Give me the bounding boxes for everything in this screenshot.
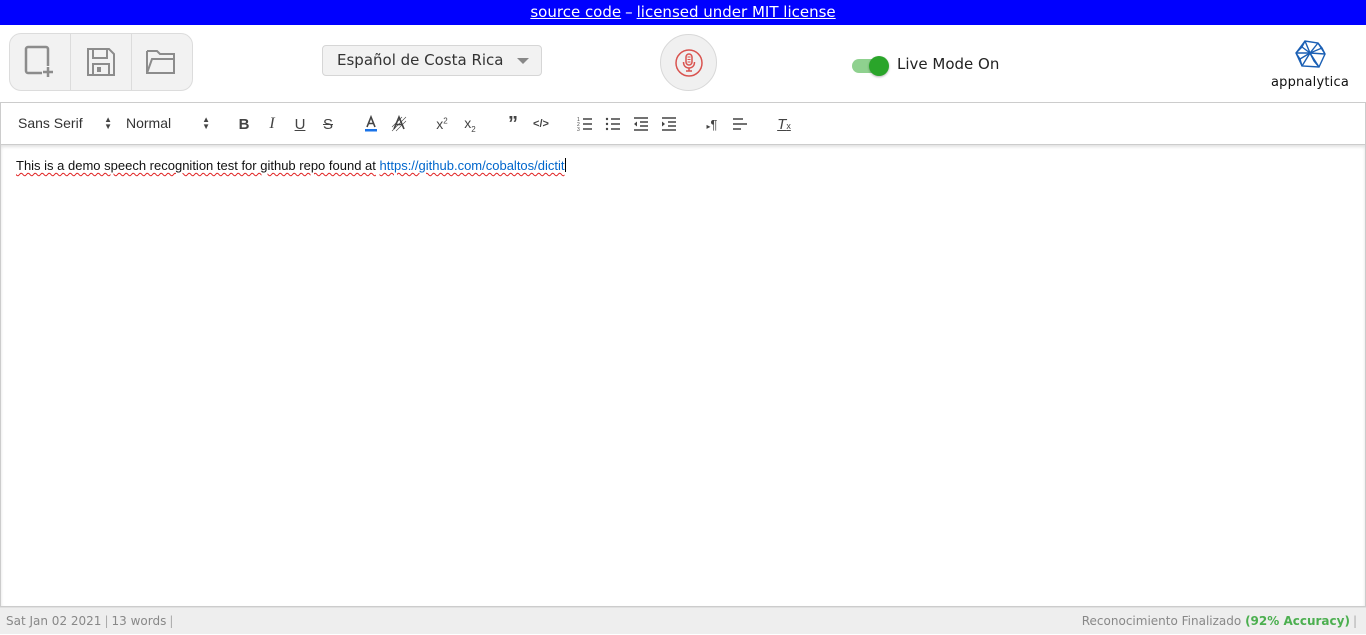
code-block-button[interactable]: </> xyxy=(531,115,551,133)
background-color-button[interactable] xyxy=(389,115,409,133)
superscript-button[interactable]: x2 xyxy=(432,115,452,133)
accuracy-badge: (92% Accuracy) xyxy=(1245,614,1350,628)
code-icon: </> xyxy=(533,118,549,130)
font-family-select[interactable]: Sans Serif ▲ ▼ xyxy=(18,115,112,131)
ordered-list-icon: 1 2 3 xyxy=(577,117,592,133)
editor-toolbar: Sans Serif ▲ ▼ Normal ▲ ▼ B I U S x2 x2 … xyxy=(1,103,1365,145)
editor-content[interactable]: This is a demo speech recognition test f… xyxy=(1,145,1365,606)
quote-icon: ” xyxy=(508,113,518,135)
font-family-value: Sans Serif xyxy=(18,115,83,131)
source-code-link[interactable]: source code xyxy=(530,3,621,21)
language-select-value: Español de Costa Rica xyxy=(337,51,504,69)
live-mode-label: Live Mode On xyxy=(897,55,1000,73)
clear-formatting-button[interactable]: Tx xyxy=(774,115,794,133)
language-select[interactable]: Español de Costa Rica xyxy=(322,45,542,76)
microphone-button[interactable] xyxy=(660,34,717,91)
underline-icon: U xyxy=(294,115,306,133)
align-left-icon xyxy=(733,118,747,130)
subscript-icon: x2 xyxy=(464,114,476,134)
blockquote-button[interactable]: ” xyxy=(503,113,523,135)
background-color-icon xyxy=(391,115,407,132)
italic-icon: I xyxy=(269,115,275,132)
editor-link[interactable]: https://github.com/cobaltos/dictit xyxy=(380,158,565,173)
new-document-button[interactable] xyxy=(10,34,71,90)
open-folder-button[interactable] xyxy=(132,34,192,90)
banner-separator: – xyxy=(625,3,633,21)
outdent-button[interactable] xyxy=(631,115,651,133)
underline-button[interactable]: U xyxy=(290,115,310,133)
outdent-icon xyxy=(634,117,648,131)
text-cursor xyxy=(564,158,566,172)
appnalytica-logo[interactable]: appnalytica xyxy=(1262,39,1358,90)
bold-button[interactable]: B xyxy=(234,115,254,133)
microphone-icon xyxy=(674,48,703,77)
word-count: 13 words xyxy=(111,614,167,628)
divider: | xyxy=(1352,614,1357,628)
chevron-down-icon xyxy=(517,58,529,64)
bullet-list-icon xyxy=(605,117,620,131)
top-toolbar: Español de Costa Rica Live Mode On appna… xyxy=(0,25,1366,102)
status-date: Sat Jan 02 2021 xyxy=(6,614,102,628)
status-right: Reconocimiento Finalizado (92% Accuracy)… xyxy=(1082,608,1360,635)
new-document-icon xyxy=(24,45,54,78)
open-folder-icon xyxy=(146,50,175,74)
italic-button[interactable]: I xyxy=(262,115,282,133)
font-size-select[interactable]: Normal ▲ ▼ xyxy=(126,115,210,131)
live-mode-toggle[interactable] xyxy=(852,56,889,76)
text-color-button[interactable] xyxy=(361,115,381,133)
strike-icon: S xyxy=(322,115,333,133)
ordered-list-button[interactable]: 1 2 3 xyxy=(575,115,595,133)
network-logo-icon xyxy=(1295,40,1326,68)
license-link[interactable]: licensed under MIT license xyxy=(637,3,836,21)
recognition-status: Reconocimiento Finalizado xyxy=(1081,614,1242,628)
divider: | xyxy=(104,614,109,628)
editor-text: This is a demo speech recognition test f… xyxy=(16,158,376,173)
status-left: Sat Jan 02 2021 | 13 words | xyxy=(6,608,176,635)
indent-icon xyxy=(662,117,676,131)
align-button[interactable] xyxy=(730,115,750,133)
indent-button[interactable] xyxy=(659,115,679,133)
superscript-icon: x2 xyxy=(436,116,448,132)
subscript-button[interactable]: x2 xyxy=(460,114,480,134)
save-button[interactable] xyxy=(71,34,132,90)
font-size-value: Normal xyxy=(126,115,172,131)
logo-text: appnalytica xyxy=(1270,75,1349,90)
rich-text-editor: Sans Serif ▲ ▼ Normal ▲ ▼ B I U S x2 x2 … xyxy=(0,102,1366,607)
divider: | xyxy=(169,614,174,628)
save-icon xyxy=(87,48,115,76)
toggle-knob xyxy=(869,56,889,76)
strike-button[interactable]: S xyxy=(318,115,338,133)
select-arrows-icon: ▲ ▼ xyxy=(104,115,112,131)
svg-text:3: 3 xyxy=(577,127,580,133)
text-direction-button[interactable]: ▸¶ xyxy=(702,115,722,133)
clear-format-icon: Tx xyxy=(777,115,791,133)
text-color-icon xyxy=(365,115,377,132)
text-direction-icon: ▸¶ xyxy=(706,116,718,132)
select-arrows-icon: ▲ ▼ xyxy=(202,115,210,131)
file-button-group xyxy=(9,33,193,91)
status-bar: Sat Jan 02 2021 | 13 words | Reconocimiento… xyxy=(0,607,1366,634)
bullet-list-button[interactable] xyxy=(603,115,623,133)
top-banner: source code – licensed under MIT license xyxy=(0,0,1366,25)
bold-icon: B xyxy=(238,115,250,133)
